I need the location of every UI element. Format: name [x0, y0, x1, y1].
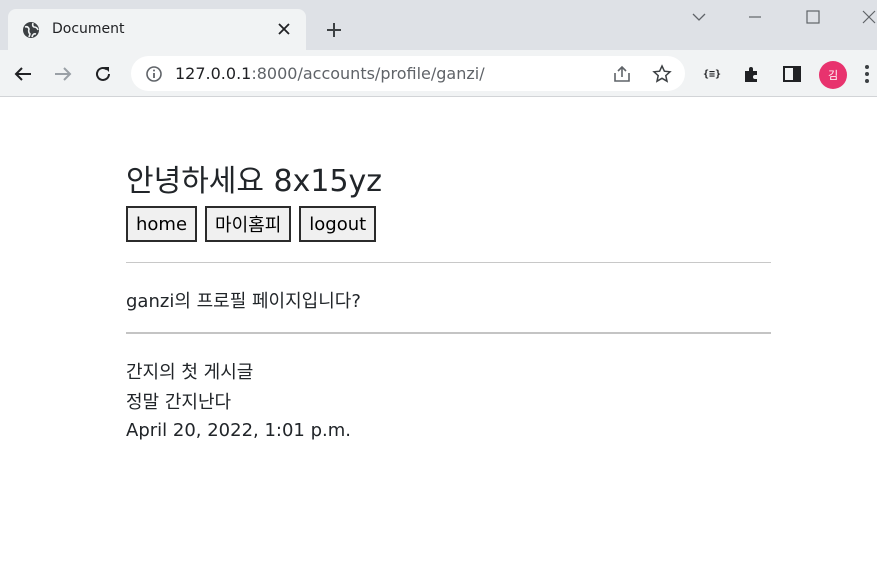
site-info-icon[interactable]: [145, 65, 163, 83]
my-homepage-button[interactable]: 마이홈피: [205, 206, 292, 242]
tab-strip: Document: [0, 0, 877, 50]
tab-search-chevron-down-icon[interactable]: [688, 6, 710, 28]
new-tab-plus-icon[interactable]: [320, 16, 348, 44]
browser-tab[interactable]: Document: [8, 9, 306, 50]
bookmark-star-icon[interactable]: [652, 64, 672, 84]
url-text[interactable]: 127.0.0.1:8000/accounts/profile/ganzi/: [175, 64, 485, 83]
close-window-icon[interactable]: [858, 6, 877, 28]
extension-label: {≡}: [702, 68, 722, 80]
reload-icon[interactable]: [90, 61, 116, 87]
divider: [126, 332, 771, 334]
greeting-heading: 안녕하세요 8x15yz: [126, 164, 383, 199]
globe-icon: [22, 21, 40, 39]
home-button[interactable]: home: [126, 206, 198, 242]
minimize-icon[interactable]: [744, 6, 766, 28]
divider: [126, 262, 771, 263]
side-panel-icon[interactable]: [780, 62, 804, 86]
tab-title: Document: [52, 21, 125, 37]
json-viewer-extension-icon[interactable]: {≡}: [700, 62, 724, 86]
browser-menu-kebab-icon[interactable]: [860, 62, 874, 86]
page-content: 안녕하세요 8x15yz home 마이홈피 logout ganzi의 프로필…: [0, 98, 877, 581]
address-bar[interactable]: 127.0.0.1:8000/accounts/profile/ganzi/: [131, 56, 685, 91]
maximize-icon[interactable]: [802, 6, 824, 28]
page-nav: home 마이홈피 logout: [126, 206, 377, 242]
browser-toolbar: 127.0.0.1:8000/accounts/profile/ganzi/ {…: [0, 50, 877, 97]
extensions-puzzle-icon[interactable]: [740, 62, 764, 86]
post-content: 정말 간지난다: [126, 392, 232, 413]
url-path: :8000/accounts/profile/ganzi/: [251, 64, 485, 83]
share-icon[interactable]: [612, 64, 632, 84]
forward-arrow-icon[interactable]: [50, 61, 76, 87]
profile-avatar[interactable]: 김: [819, 61, 847, 89]
post-title: 간지의 첫 게시글: [126, 362, 254, 383]
profile-description: ganzi의 프로필 페이지입니다?: [126, 291, 361, 312]
logout-button[interactable]: logout: [299, 206, 377, 242]
close-tab-icon[interactable]: [274, 19, 294, 39]
post-date: April 20, 2022, 1:01 p.m.: [126, 420, 352, 441]
url-host: 127.0.0.1: [175, 64, 252, 83]
back-arrow-icon[interactable]: [10, 61, 36, 87]
